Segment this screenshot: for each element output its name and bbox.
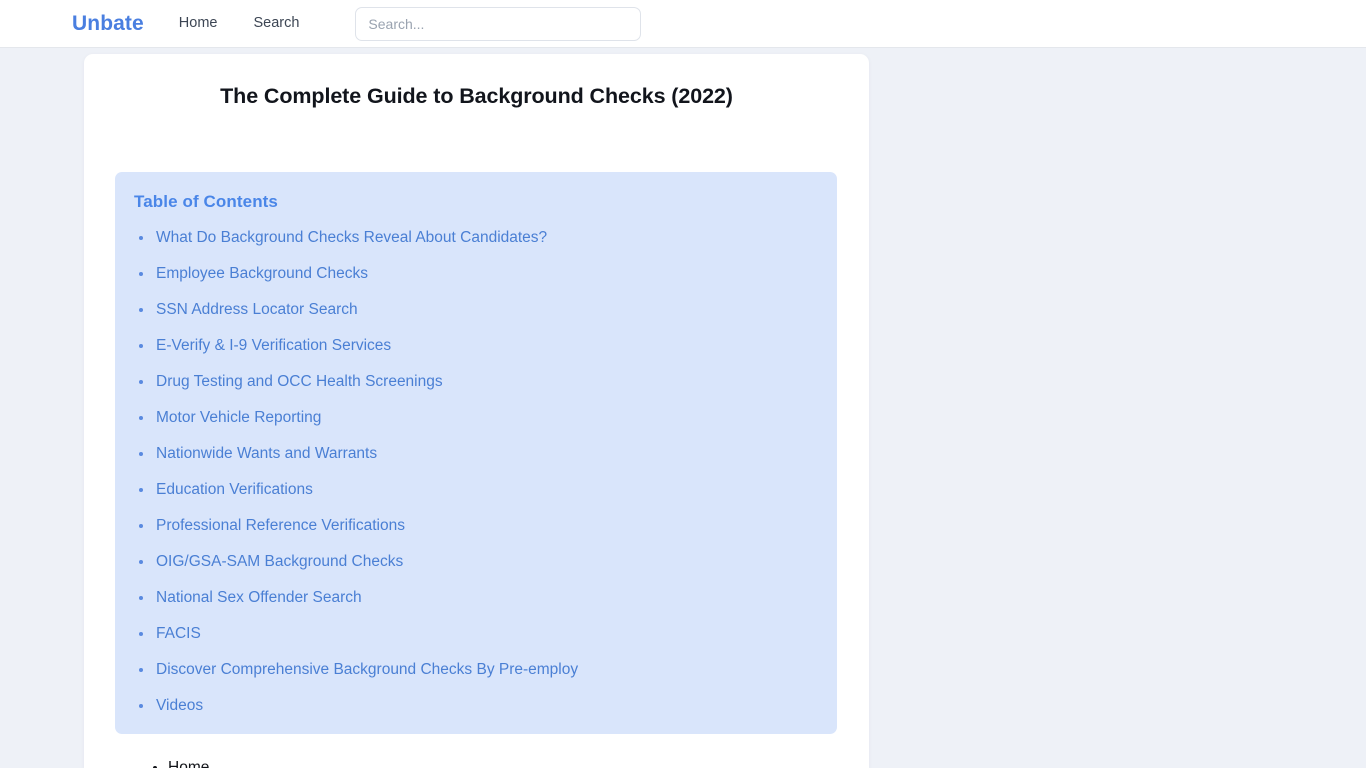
search-wrapper	[355, 6, 642, 41]
toc-link[interactable]: What Do Background Checks Reveal About C…	[156, 229, 547, 246]
list-item: E-Verify & I-9 Verification Services	[134, 328, 817, 364]
list-item: Drug Testing and OCC Health Screenings	[134, 364, 817, 400]
toc-link[interactable]: Videos	[156, 697, 203, 714]
list-item: Education Verifications	[134, 472, 817, 508]
toc-list: What Do Background Checks Reveal About C…	[134, 220, 817, 724]
page-title: The Complete Guide to Background Checks …	[220, 84, 733, 108]
list-item: Motor Vehicle Reporting	[134, 400, 817, 436]
page-area: The Complete Guide to Background Checks …	[0, 48, 1366, 768]
list-item: OIG/GSA-SAM Background Checks	[134, 544, 817, 580]
table-of-contents: Table of Contents What Do Background Che…	[115, 172, 837, 734]
toc-link[interactable]: E-Verify & I-9 Verification Services	[156, 337, 391, 354]
breadcrumb: Home	[132, 754, 209, 768]
top-navbar: Unbate Home Search	[0, 0, 1366, 48]
toc-link[interactable]: FACIS	[156, 625, 201, 642]
list-item: Home	[168, 754, 209, 768]
list-item: Nationwide Wants and Warrants	[134, 436, 817, 472]
toc-link[interactable]: National Sex Offender Search	[156, 589, 362, 606]
search-input[interactable]	[355, 6, 642, 41]
toc-link[interactable]: Discover Comprehensive Background Checks…	[156, 661, 578, 678]
site-logo[interactable]: Unbate	[72, 13, 144, 34]
nav-link-search[interactable]: Search	[253, 16, 299, 31]
toc-link[interactable]: Employee Background Checks	[156, 265, 368, 282]
list-item: Videos	[134, 688, 817, 724]
list-item: National Sex Offender Search	[134, 580, 817, 616]
list-item: What Do Background Checks Reveal About C…	[134, 220, 817, 256]
list-item: Discover Comprehensive Background Checks…	[134, 652, 817, 688]
toc-heading: Table of Contents	[134, 192, 278, 211]
list-item: Professional Reference Verifications	[134, 508, 817, 544]
list-item: SSN Address Locator Search	[134, 292, 817, 328]
toc-link[interactable]: Drug Testing and OCC Health Screenings	[156, 373, 443, 390]
toc-link[interactable]: Professional Reference Verifications	[156, 517, 405, 534]
nav-links: Home Search	[179, 16, 300, 31]
toc-link[interactable]: SSN Address Locator Search	[156, 301, 358, 318]
article-card: The Complete Guide to Background Checks …	[84, 54, 869, 768]
toc-link[interactable]: OIG/GSA-SAM Background Checks	[156, 553, 403, 570]
list-item: Employee Background Checks	[134, 256, 817, 292]
toc-link[interactable]: Nationwide Wants and Warrants	[156, 445, 377, 462]
toc-link[interactable]: Education Verifications	[156, 481, 313, 498]
nav-link-home[interactable]: Home	[179, 16, 218, 31]
toc-link[interactable]: Motor Vehicle Reporting	[156, 409, 321, 426]
list-item: FACIS	[134, 616, 817, 652]
